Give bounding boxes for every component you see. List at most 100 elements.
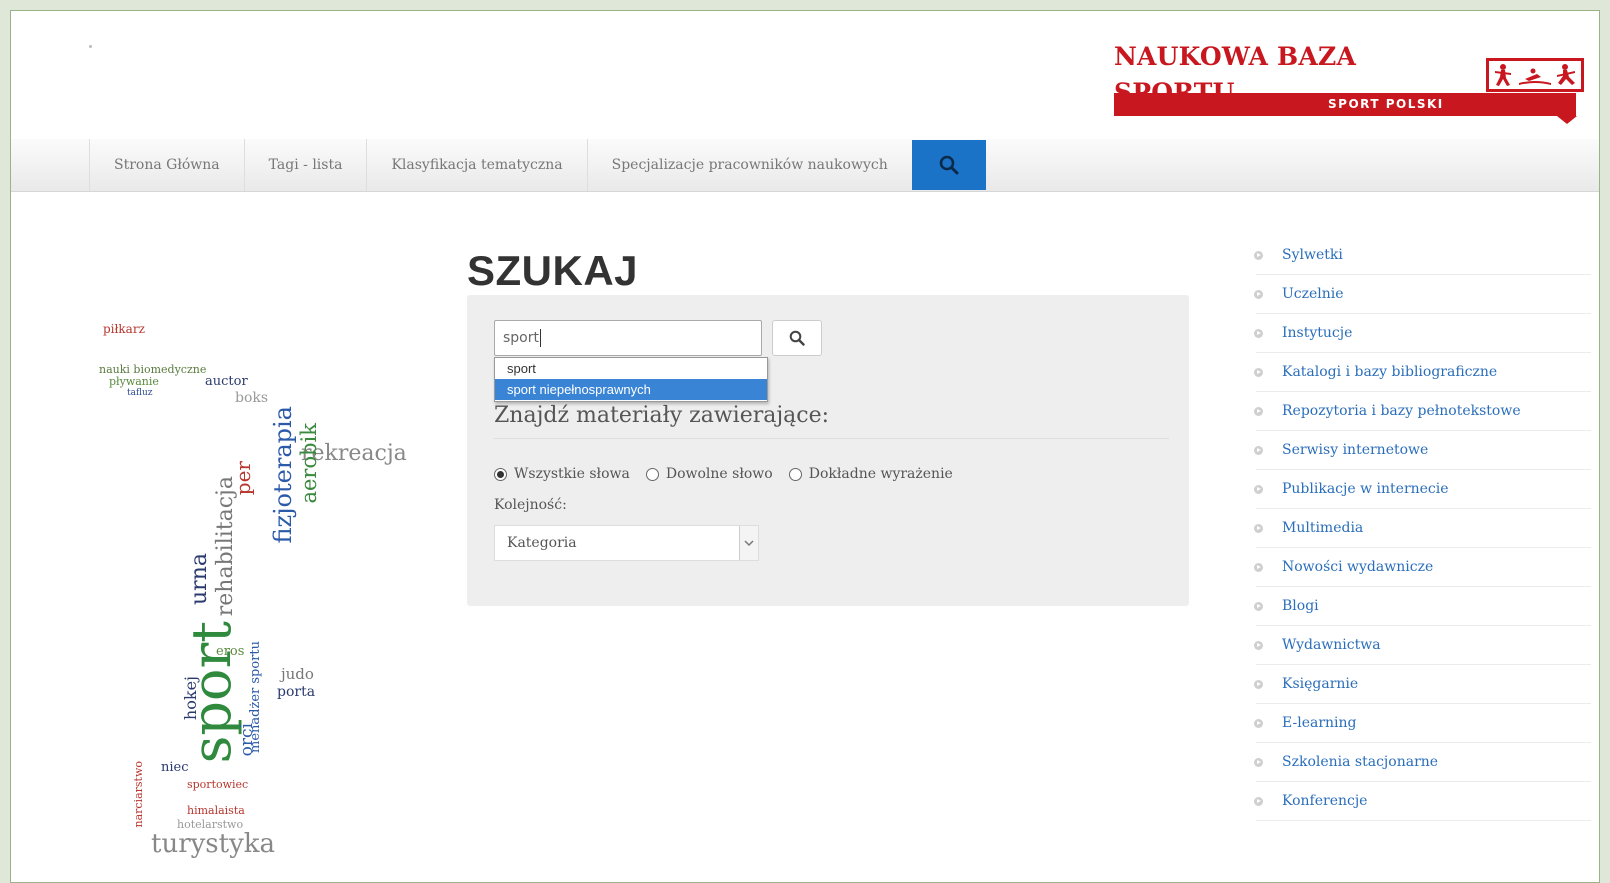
- cloud-word: orci: [237, 723, 257, 757]
- radio-button-checked[interactable]: [494, 467, 507, 481]
- tag-cloud-image: piłkarz nauki biomedyczne pływanie taflu…: [91, 311, 451, 871]
- cloud-word: turystyka: [151, 829, 276, 859]
- find-heading: Znajdź materiały zawierające:: [494, 403, 830, 428]
- autocomplete-dropdown: sport sport niepełnosprawnych: [494, 357, 768, 402]
- bullet-arrow-icon: [1254, 757, 1263, 767]
- logo-notch: [1557, 116, 1577, 124]
- radio-exact-phrase[interactable]: Dokładne wyrażenie: [788, 466, 953, 482]
- order-select[interactable]: Kategoria: [494, 525, 759, 561]
- sidebar-item-label: Nowości wydawnicze: [1282, 559, 1434, 575]
- bullet-arrow-icon: [1254, 601, 1263, 611]
- cloud-word: porta: [277, 684, 316, 700]
- sidebar-item-repozytoria[interactable]: Repozytoria i bazy pełnotekstowe: [1254, 392, 1591, 431]
- bullet-arrow-icon: [1254, 679, 1263, 689]
- cloud-word: himalaista: [187, 804, 245, 817]
- sidebar-item-wydawnictwa[interactable]: Wydawnictwa: [1254, 626, 1591, 665]
- bullet-arrow-icon: [1254, 718, 1263, 728]
- sidebar-item-blogi[interactable]: Blogi: [1254, 587, 1591, 626]
- logo-top: NAUKOWA BAZA SPORTU: [1114, 42, 1584, 107]
- nav-item-home[interactable]: Strona Główna: [89, 139, 244, 191]
- search-input-value: sport: [503, 330, 539, 346]
- sidebar-item-label: E-learning: [1282, 715, 1357, 731]
- sidebar-item-elearning[interactable]: E-learning: [1254, 704, 1591, 743]
- sidebar-item-label: Katalogi i bazy bibliograficzne: [1282, 364, 1498, 380]
- radio-button[interactable]: [788, 467, 802, 481]
- cloud-word: auctor: [205, 374, 248, 389]
- sidebar-item-label: Multimedia: [1282, 520, 1364, 536]
- sidebar-item-publikacje[interactable]: Publikacje w internecie: [1254, 470, 1591, 509]
- cloud-word: sportowiec: [187, 778, 249, 791]
- radio-any-word[interactable]: Dowolne słowo: [645, 466, 773, 482]
- cloud-word: fizjoterapia: [269, 406, 297, 544]
- sidebar-item-ksiegarnie[interactable]: Księgarnie: [1254, 665, 1591, 704]
- radio-label: Dokładne wyrażenie: [808, 466, 953, 482]
- radio-label: Wszystkie słowa: [514, 466, 630, 482]
- nav-item-specializations[interactable]: Specjalizacje pracowników naukowych: [586, 139, 912, 191]
- autocomplete-item-selected[interactable]: sport niepełnosprawnych: [495, 379, 767, 400]
- cloud-word: urna: [187, 553, 212, 605]
- sidebar-item-label: Blogi: [1282, 598, 1319, 614]
- nav-item-tags[interactable]: Tagi - lista: [243, 139, 367, 191]
- page-frame: NAUKOWA BAZA SPORTU: [10, 10, 1600, 883]
- bullet-arrow-icon: [1254, 562, 1263, 572]
- site-logo[interactable]: NAUKOWA BAZA SPORTU: [1114, 42, 1584, 124]
- cloud-word: tafluz: [127, 388, 153, 398]
- sidebar-item-label: Konferencje: [1282, 793, 1368, 809]
- cloud-word: hotelarstwo: [177, 818, 244, 831]
- cloud-word: niec: [161, 760, 189, 775]
- cloud-word: judo: [281, 665, 314, 683]
- bullet-arrow-icon: [1254, 367, 1263, 377]
- radio-all-words[interactable]: Wszystkie słowa: [494, 466, 630, 482]
- sidebar-item-label: Serwisy internetowe: [1282, 442, 1429, 458]
- cloud-word: hokej: [181, 676, 200, 721]
- nav-items: Strona Główna Tagi - lista Klasyfikacja …: [89, 139, 986, 191]
- sidebar-item-sylwetki[interactable]: Sylwetki: [1254, 236, 1591, 275]
- sidebar-item-serwisy[interactable]: Serwisy internetowe: [1254, 431, 1591, 470]
- sidebar-item-label: Uczelnie: [1282, 286, 1344, 302]
- search-button[interactable]: [772, 320, 822, 356]
- radio-label: Dowolne słowo: [665, 466, 773, 482]
- sidebar-item-katalogi[interactable]: Katalogi i bazy bibliograficzne: [1254, 353, 1591, 392]
- sidebar-item-label: Szkolenia stacjonarne: [1282, 754, 1439, 770]
- sidebar-item-multimedia[interactable]: Multimedia: [1254, 509, 1591, 548]
- bullet-arrow-icon: [1254, 523, 1263, 533]
- nav-item-classification[interactable]: Klasyfikacja tematyczna: [366, 139, 586, 191]
- match-mode-radios: Wszystkie słowa Dowolne słowo Dokładne w…: [494, 466, 969, 482]
- cloud-word: rehabilitacja: [213, 476, 238, 617]
- sidebar-item-label: Instytucje: [1282, 325, 1353, 341]
- cloud-word: pływanie: [109, 375, 159, 388]
- text-caret: [540, 329, 541, 347]
- cloud-word: boks: [235, 390, 269, 406]
- logo-bar: SPORT POLSKI: [1114, 93, 1576, 116]
- cloud-word: eros: [216, 644, 245, 659]
- search-input[interactable]: sport: [494, 320, 762, 356]
- sidebar-item-konferencje[interactable]: Konferencje: [1254, 782, 1591, 821]
- sidebar-item-label: Wydawnictwa: [1282, 637, 1381, 653]
- search-icon: [789, 330, 805, 346]
- divider: [494, 438, 1169, 439]
- sidebar-item-uczelnie[interactable]: Uczelnie: [1254, 275, 1591, 314]
- chevron-down-icon[interactable]: [739, 526, 758, 560]
- search-icon: [939, 155, 959, 175]
- sidebar-item-label: Księgarnie: [1282, 676, 1359, 692]
- nav-search-button[interactable]: [911, 140, 986, 190]
- sidebar-item-nowosci[interactable]: Nowości wydawnicze: [1254, 548, 1591, 587]
- cloud-word: nauki biomedyczne: [99, 363, 207, 376]
- radio-button[interactable]: [645, 467, 659, 481]
- bullet-arrow-icon: [1254, 484, 1263, 494]
- sidebar-item-label: Repozytoria i bazy pełnotekstowe: [1282, 403, 1521, 419]
- main-nav: Strona Główna Tagi - lista Klasyfikacja …: [11, 139, 1599, 192]
- sidebar-item-szkolenia[interactable]: Szkolenia stacjonarne: [1254, 743, 1591, 782]
- autocomplete-item[interactable]: sport: [495, 358, 767, 379]
- sidebar-item-instytucje[interactable]: Instytucje: [1254, 314, 1591, 353]
- order-label: Kolejność:: [494, 497, 567, 513]
- page-title: SZUKAJ: [467, 247, 639, 294]
- decorative-dot: [89, 45, 92, 48]
- sidebar: Sylwetki Uczelnie Instytucje Katalogi i …: [1254, 236, 1591, 821]
- bullet-arrow-icon: [1254, 250, 1263, 260]
- bullet-arrow-icon: [1254, 406, 1263, 416]
- bullet-arrow-icon: [1254, 445, 1263, 455]
- sidebar-item-label: Sylwetki: [1282, 247, 1343, 263]
- cloud-word: per: [231, 461, 255, 496]
- cloud-word: narciarstwo: [132, 761, 145, 828]
